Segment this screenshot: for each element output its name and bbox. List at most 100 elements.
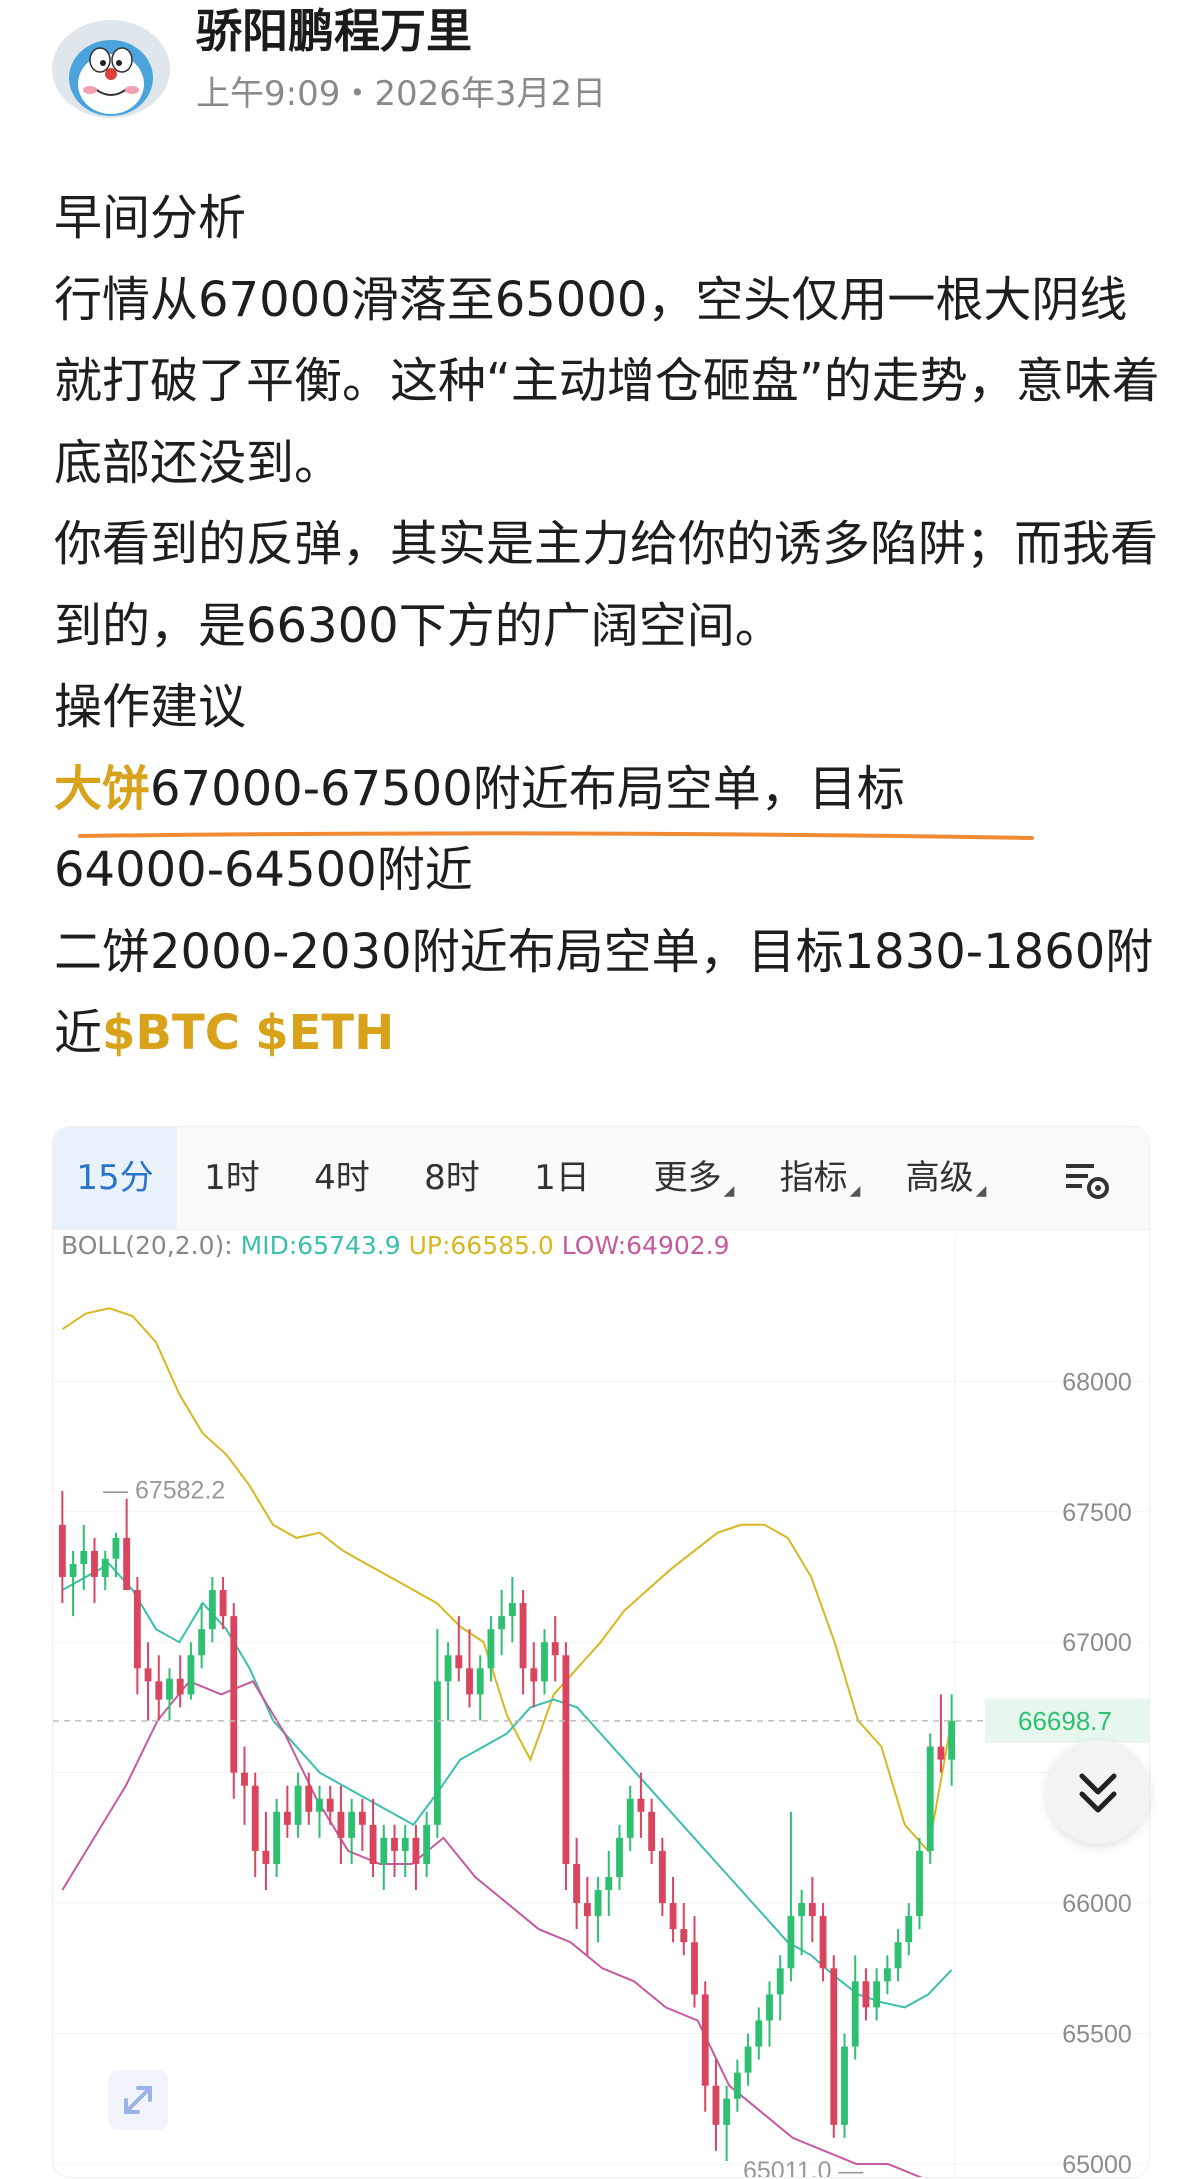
btc-cashtag[interactable]: $BTC — [102, 1005, 240, 1061]
kline-chart-card: 15分 1时 4时 8时 1日 更多 ◢ 指标 ◢ 高级 ◢ BOLL(20,2.0)… — [52, 1126, 1150, 2178]
double-chevron-down-icon — [1079, 1773, 1117, 1813]
y-axis-tick-label: 67000 — [1062, 1629, 1132, 1657]
candle-body — [819, 1916, 827, 1969]
candle-body — [262, 1850, 270, 1864]
candle-body — [326, 1798, 334, 1812]
low-price-marker: 65011.0 — — [743, 2157, 863, 2177]
candle-body — [551, 1642, 559, 1656]
candle-body — [487, 1629, 495, 1669]
candle-body — [798, 1903, 806, 1917]
candle-body — [787, 1916, 795, 1969]
candle-body — [873, 1981, 881, 2008]
candle-body — [219, 1590, 227, 1617]
candle-body — [369, 1824, 377, 1864]
boll-lower-band — [61, 1680, 923, 2177]
candle-body — [166, 1678, 173, 1700]
candle-body — [187, 1655, 195, 1695]
candle-body — [733, 2072, 741, 2099]
candle-body — [348, 1811, 356, 1838]
candle-body — [208, 1590, 216, 1630]
candle-body — [433, 1681, 441, 1825]
candle-body — [541, 1642, 548, 1682]
candle-body — [337, 1811, 345, 1838]
candle-body — [926, 1746, 934, 1851]
candle-body — [294, 1785, 302, 1825]
candle-body — [401, 1837, 409, 1851]
candle-body — [498, 1616, 506, 1630]
btc-tag[interactable]: 大饼 — [54, 761, 150, 817]
candle-body — [455, 1655, 463, 1669]
candle-body — [423, 1824, 431, 1864]
candle-body — [112, 1537, 120, 1559]
candle-body — [937, 1746, 945, 1760]
candle-body — [648, 1811, 656, 1851]
candle-body — [948, 1720, 956, 1760]
candle-body — [894, 1942, 902, 1969]
candle-body — [916, 1850, 923, 1917]
candle-body — [241, 1772, 248, 1786]
candle-body — [123, 1537, 131, 1591]
candle-body — [283, 1811, 291, 1825]
post-paragraph-1: 行情从67000滑落至65000，空头仅用一根大阴线就打破了平衡。这种“主动增仓… — [54, 271, 1160, 491]
candle-body — [305, 1785, 313, 1812]
candle-body — [755, 2020, 763, 2047]
candle-body — [444, 1655, 452, 1682]
candle-body — [712, 2085, 720, 2125]
candle-body — [616, 1837, 623, 1877]
candle-body — [594, 1890, 602, 1917]
candle-body — [637, 1798, 645, 1812]
boll-upper-band — [61, 1307, 953, 1854]
candle-body — [626, 1798, 634, 1838]
candle-body — [58, 1524, 66, 1577]
btc-advice-line: 大饼67000-67500附近布局空单，目标 — [54, 749, 1164, 831]
candle-body — [669, 1903, 677, 1930]
candle-body — [91, 1550, 98, 1577]
y-axis-tick-label: 68000 — [1062, 1368, 1132, 1396]
eth-advice-line: 二饼2000-2030附近布局空单，目标1830-1860附近$BTC $ETH — [54, 912, 1164, 1075]
candle-body — [508, 1603, 516, 1617]
candle-body — [841, 2046, 848, 2125]
candle-body — [766, 1994, 773, 2021]
kline-chart[interactable]: 6500065500660006650067000675006800066698… — [53, 1127, 1149, 2177]
candle-body — [412, 1837, 420, 1864]
post-timestamp: 上午9:09・2026年3月2日 — [196, 74, 607, 114]
candle-body — [101, 1558, 109, 1577]
candle-body — [905, 1916, 913, 1943]
post-body: 早间分析 行情从67000滑落至65000，空头仅用一根大阴线就打破了平衡。这种… — [54, 178, 1164, 1075]
candle-body — [583, 1903, 591, 1917]
fullscreen-button[interactable] — [108, 2070, 168, 2130]
candle-body — [830, 1968, 838, 2125]
candle-body — [476, 1668, 484, 1695]
candle-body — [69, 1563, 77, 1577]
btc-advice-text: 67000-67500附近布局空单，目标 — [150, 760, 905, 817]
candle-body — [251, 1785, 259, 1851]
candle-body — [862, 1981, 870, 2008]
y-axis-tick-label: 67500 — [1062, 1499, 1132, 1527]
candle-body — [573, 1863, 581, 1904]
high-price-marker: — 67582.2 — [103, 1476, 225, 1504]
scroll-down-button[interactable] — [1046, 1740, 1150, 1844]
author-name[interactable]: 骄阳鹏程万里 — [196, 0, 472, 62]
post-title-line: 早间分析 — [54, 190, 247, 246]
candle-body — [198, 1629, 206, 1656]
candle-body — [155, 1681, 163, 1700]
expand-arrows-icon — [124, 2086, 152, 2114]
candle-body — [562, 1655, 570, 1864]
y-axis-tick-label: 66000 — [1062, 1890, 1132, 1918]
candle-body — [144, 1668, 152, 1682]
post-advice-heading: 操作建议 — [54, 679, 247, 735]
candle-body — [466, 1668, 473, 1695]
avatar[interactable] — [52, 20, 170, 118]
candle-body — [80, 1550, 88, 1564]
candle-body — [519, 1603, 527, 1669]
candle-body — [680, 1929, 688, 1943]
candle-body — [883, 1968, 891, 1982]
candle-body — [358, 1811, 366, 1825]
candle-body — [133, 1590, 141, 1669]
candle-body — [851, 1981, 859, 2047]
candle-body — [691, 1942, 698, 1995]
eth-cashtag[interactable]: $ETH — [255, 1005, 394, 1061]
y-axis-tick-label: 65500 — [1062, 2021, 1132, 2049]
candle-body — [316, 1798, 323, 1812]
candle-body — [176, 1678, 184, 1695]
